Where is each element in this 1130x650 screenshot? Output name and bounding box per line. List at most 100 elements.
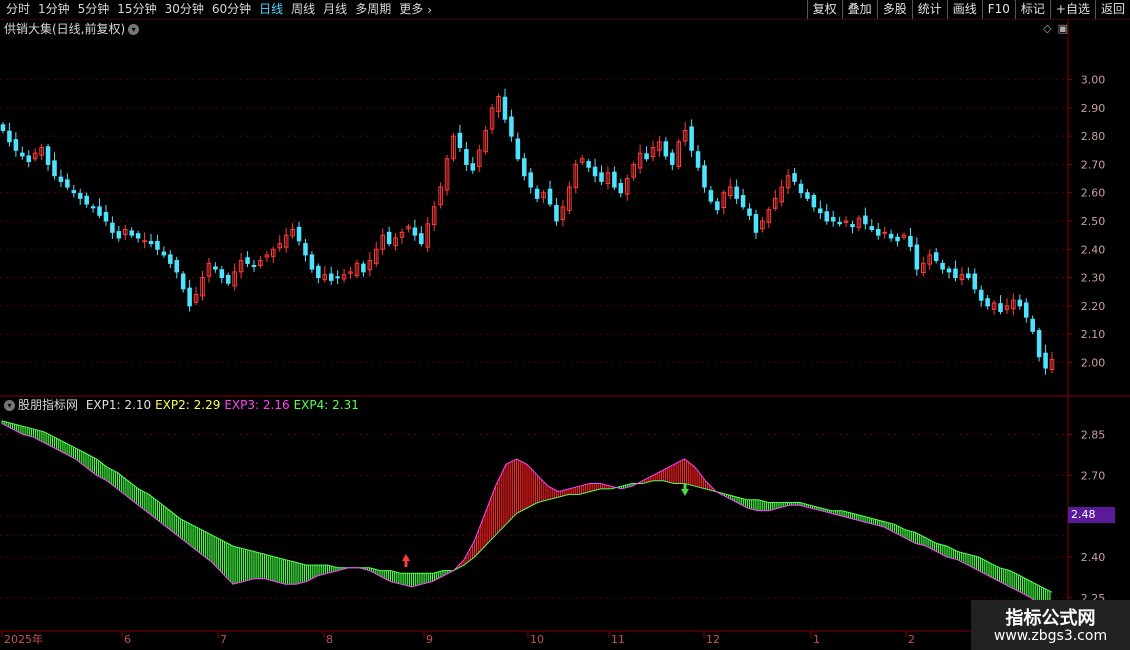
candle-body xyxy=(901,234,907,238)
candle-body xyxy=(985,298,990,307)
candle-body xyxy=(869,226,875,230)
toolbar-action-button[interactable]: 叠加 xyxy=(841,0,877,19)
candle-body xyxy=(644,153,649,160)
period-tab[interactable]: 周线 xyxy=(287,0,319,19)
candle-body xyxy=(123,228,128,235)
candle-body xyxy=(882,231,887,234)
candle-body xyxy=(637,152,643,169)
time-axis-label: 6 xyxy=(124,633,131,646)
period-tab[interactable]: 30分钟 xyxy=(161,0,208,19)
candle-body xyxy=(953,268,958,279)
indicator-tick-label: 2.40 xyxy=(1081,551,1106,564)
candle-body xyxy=(309,254,315,270)
chevron-right-icon[interactable]: › xyxy=(427,3,432,17)
toolbar-action-button[interactable]: 返回 xyxy=(1094,0,1130,19)
candle-body xyxy=(103,212,109,222)
period-tab[interactable]: 60分钟 xyxy=(208,0,255,19)
candlestick-series xyxy=(0,88,1055,375)
candle-body xyxy=(818,208,823,214)
period-tab[interactable]: 15分钟 xyxy=(113,0,160,19)
time-axis-label: 8 xyxy=(326,633,333,646)
candle-body xyxy=(547,188,553,205)
candle-body xyxy=(682,129,688,142)
candle-body xyxy=(116,231,122,239)
candle-body xyxy=(406,226,411,230)
price-tick-label: 2.40 xyxy=(1081,243,1106,256)
period-tab[interactable]: 1分钟 xyxy=(34,0,74,19)
candle-body xyxy=(567,186,572,211)
toolbar-action-button[interactable]: 画线 xyxy=(946,0,982,19)
candle-body xyxy=(277,243,282,249)
time-axis-label: 10 xyxy=(530,633,544,646)
toolbar-action-button[interactable]: 多股 xyxy=(876,0,912,19)
candle-body xyxy=(380,234,385,250)
maximize-icon[interactable]: ▣ xyxy=(1058,22,1068,35)
candle-body xyxy=(972,273,978,290)
period-tab[interactable]: 多周期 xyxy=(351,0,395,19)
candle-body xyxy=(7,130,12,143)
candle-body xyxy=(0,124,6,131)
candle-body xyxy=(90,206,96,209)
candle-body xyxy=(689,126,694,151)
period-tab[interactable]: 日线 xyxy=(255,0,287,19)
candle-body xyxy=(354,262,360,276)
candle-body xyxy=(586,161,591,168)
candle-body xyxy=(830,216,836,222)
candle-body xyxy=(573,163,579,189)
period-tab[interactable]: 5分钟 xyxy=(74,0,114,19)
period-tabs: 分时 1分钟 5分钟 15分钟 30分钟 60分钟 日线 周线 月线 多周期 更多 › xyxy=(2,0,432,19)
candle-body xyxy=(734,186,739,199)
candle-body xyxy=(502,96,508,120)
candle-body xyxy=(560,206,566,221)
chevron-down-icon[interactable]: ▾ xyxy=(128,24,140,35)
current-indicator-value: 2.48 xyxy=(1068,507,1115,523)
candle-body xyxy=(180,273,186,290)
diamond-icon[interactable]: ◇ xyxy=(1043,22,1051,35)
chevron-down-icon[interactable]: ▾ xyxy=(4,400,15,411)
candle-body xyxy=(927,254,932,265)
candle-body xyxy=(251,265,257,268)
candle-body xyxy=(631,163,636,178)
toolbar-action-button[interactable]: +自选 xyxy=(1049,0,1095,19)
candle-body xyxy=(715,201,720,211)
price-tick-label: 2.20 xyxy=(1081,300,1106,313)
candle-body xyxy=(663,141,669,157)
period-tab[interactable]: 月线 xyxy=(319,0,351,19)
price-tick-label: 2.80 xyxy=(1081,130,1106,143)
period-tab[interactable]: 更多 xyxy=(395,0,427,19)
candle-body xyxy=(811,195,817,208)
sell-signal-arrow xyxy=(681,483,689,496)
candle-body xyxy=(740,195,746,208)
price-tick-label: 3.00 xyxy=(1081,74,1106,87)
candle-body xyxy=(52,160,57,177)
candle-body xyxy=(843,220,849,223)
candle-body xyxy=(534,188,540,199)
candle-body xyxy=(213,266,218,270)
price-tick-label: 2.60 xyxy=(1081,187,1106,200)
candle-body xyxy=(509,116,514,137)
legend-item: EXP3: 2.16 xyxy=(224,398,290,412)
candle-body xyxy=(225,274,231,284)
candle-body xyxy=(727,186,733,197)
candle-body xyxy=(1004,305,1010,310)
candle-body xyxy=(805,192,810,199)
candle-body xyxy=(612,171,617,188)
period-tab[interactable]: 分时 xyxy=(2,0,34,19)
candle-body xyxy=(515,138,521,160)
legend-items: EXP1: 2.10 EXP2: 2.29 EXP3: 2.16 EXP4: 2.31 xyxy=(86,398,363,412)
candle-body xyxy=(71,190,77,194)
indicator-series xyxy=(1,420,1053,618)
time-axis-label: 9 xyxy=(426,633,433,646)
candle-body xyxy=(322,274,328,281)
candle-body xyxy=(328,273,334,281)
toolbar-action-button[interactable]: 标记 xyxy=(1014,0,1050,19)
toolbar-action-button[interactable]: F10 xyxy=(981,0,1015,19)
candle-body xyxy=(193,294,199,303)
toolbar-action-button[interactable]: 复权 xyxy=(806,0,842,19)
candle-body xyxy=(978,289,984,301)
candle-body xyxy=(361,263,366,273)
candle-body xyxy=(792,173,797,182)
candle-body xyxy=(373,248,379,264)
toolbar-action-button[interactable]: 统计 xyxy=(911,0,947,19)
candle-body xyxy=(798,183,804,194)
